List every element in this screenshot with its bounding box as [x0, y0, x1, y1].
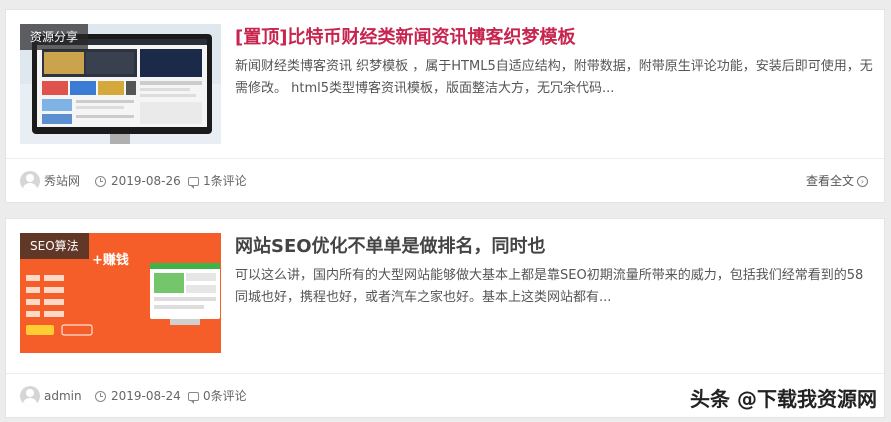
post-date: 2019-08-26: [95, 172, 181, 190]
category-badge[interactable]: SEO算法: [20, 233, 89, 259]
comment-count[interactable]: 1条评论: [188, 172, 247, 190]
post-card: 资源分享 [置顶]比特币财经类新闻资讯博客织梦模板 新闻财经类博客资讯 织梦模板…: [5, 9, 885, 203]
comment-text: 1条评论: [203, 174, 247, 188]
post-thumbnail[interactable]: +赚钱 SEO算法: [20, 233, 221, 353]
author-link[interactable]: admin: [20, 386, 82, 406]
arrow-right-icon: ›: [857, 175, 868, 187]
date-text: 2019-08-26: [111, 174, 181, 188]
comment-icon: [188, 391, 199, 404]
comment-text: 0条评论: [203, 389, 247, 403]
author-link[interactable]: 秀站网: [20, 171, 81, 191]
post-title[interactable]: 网站SEO优化不单单是做排名，同时也: [235, 235, 546, 259]
post-meta-bar: 秀站网 2019-08-26 1条评论 查看全文 ›: [6, 158, 884, 202]
comment-count[interactable]: 0条评论: [188, 387, 247, 405]
comment-icon: [188, 176, 199, 189]
watermark: 头条 @下载我资源网: [690, 387, 877, 411]
category-badge[interactable]: 资源分享: [20, 24, 89, 50]
post-excerpt: 可以这么讲，国内所有的大型网站能够做大基本上都是靠SEO初期流量所带来的威力，包…: [235, 268, 864, 305]
avatar: [20, 171, 40, 191]
clock-icon: [95, 175, 106, 187]
read-more-label: 查看全文: [805, 174, 854, 188]
thumbnail-text: +赚钱: [92, 253, 129, 268]
post-date: 2019-08-24: [95, 387, 181, 405]
date-text: 2019-08-24: [111, 389, 181, 403]
post-excerpt: 新闻财经类博客资讯 织梦模板 ，属于HTML5自适应结构，附带数据，附带原生评论…: [235, 59, 873, 96]
author-name: 秀站网: [44, 174, 81, 188]
read-more-link[interactable]: 查看全文 ›: [806, 172, 868, 190]
post-thumbnail[interactable]: 资源分享: [20, 24, 221, 144]
avatar: [20, 386, 40, 406]
author-name: admin: [44, 389, 82, 403]
post-title[interactable]: [置顶]比特币财经类新闻资讯博客织梦模板: [235, 26, 575, 50]
clock-icon: [95, 390, 106, 402]
